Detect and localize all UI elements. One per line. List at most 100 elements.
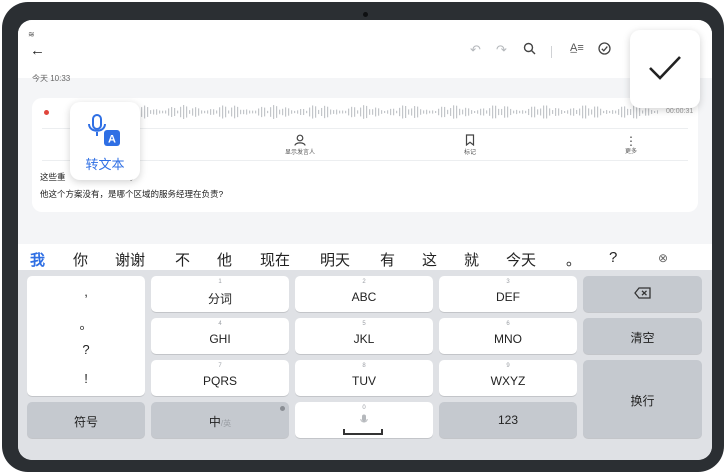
confirm-button[interactable]: [630, 30, 700, 108]
more-button[interactable]: ⋮ 更多: [601, 134, 661, 156]
key-5[interactable]: 5 JKL: [295, 318, 433, 354]
wifi-icon: ≋: [28, 30, 35, 39]
candidate-word[interactable]: 现在: [260, 249, 290, 270]
waveform-bar: [273, 105, 275, 119]
candidate-word[interactable]: 你: [73, 249, 88, 270]
waveform-bar: [159, 110, 161, 114]
bookmark-button[interactable]: 标记: [440, 134, 500, 157]
enter-key[interactable]: 换行: [583, 360, 702, 438]
language-label: 中/英: [151, 413, 289, 430]
waveform-bar: [519, 110, 521, 114]
undo-icon[interactable]: ↶: [470, 42, 481, 58]
key-number: 6: [506, 321, 510, 327]
audio-waveform[interactable]: [138, 104, 658, 120]
waveform-bar: [246, 109, 248, 115]
transcribe-popup-button[interactable]: A 转文本: [70, 102, 140, 180]
waveform-bar: [195, 107, 197, 117]
indicator-dot: [280, 406, 285, 411]
waveform-bar: [513, 110, 515, 114]
waveform-bar: [510, 108, 512, 116]
key-label: DEF: [496, 290, 520, 304]
waveform-bar: [495, 105, 497, 119]
key-label: PQRS: [202, 374, 237, 388]
record-indicator: [44, 110, 49, 115]
front-camera: [363, 12, 368, 17]
waveform-bar: [207, 110, 209, 114]
candidate-word[interactable]: 有: [380, 249, 395, 270]
candidate-word[interactable]: 明天: [320, 249, 350, 270]
candidate-word[interactable]: 我: [30, 249, 45, 270]
key-3[interactable]: 3 DEF: [439, 276, 577, 312]
backspace-key[interactable]: [583, 276, 702, 312]
waveform-bar: [258, 108, 260, 116]
waveform-bar: [270, 107, 272, 117]
waveform-bar: [387, 110, 389, 114]
key-9[interactable]: 9 WXYZ: [439, 360, 577, 396]
waveform-bar: [378, 108, 380, 116]
checklist-icon[interactable]: [598, 42, 611, 58]
punctuation-option[interactable]: ,: [27, 284, 145, 299]
candidate-word[interactable]: 谢谢: [115, 249, 145, 270]
waveform-bar: [237, 106, 239, 118]
language-switch-key[interactable]: 中/英: [151, 402, 289, 438]
candidate-word[interactable]: 这: [422, 249, 437, 270]
waveform-bar: [561, 110, 563, 114]
key-7[interactable]: 7 PQRS: [151, 360, 289, 396]
waveform-bar: [444, 106, 446, 118]
speaker-button[interactable]: 显示发言人: [270, 134, 330, 157]
key-label: MNO: [494, 332, 522, 346]
key-4[interactable]: 4 GHI: [151, 318, 289, 354]
enter-label: 换行: [630, 394, 655, 408]
key-number: 8: [362, 363, 366, 369]
punctuation-option[interactable]: 。: [27, 314, 145, 333]
waveform-bar: [420, 109, 422, 115]
waveform-bar: [552, 110, 554, 114]
candidate-word[interactable]: 今天: [506, 249, 536, 270]
candidate-word[interactable]: 他: [217, 249, 232, 270]
bookmark-icon: [440, 134, 500, 149]
waveform-bar: [435, 110, 437, 114]
candidate-word[interactable]: 。: [566, 249, 581, 270]
waveform-bar: [426, 109, 428, 115]
punctuation-option[interactable]: ?: [27, 342, 145, 357]
waveform-bar: [546, 105, 548, 119]
key-6[interactable]: 6 MNO: [439, 318, 577, 354]
waveform-bar: [393, 108, 395, 116]
key-label: TUV: [352, 374, 376, 388]
symbols-key[interactable]: 符号: [27, 402, 145, 438]
transcript-line-2[interactable]: 他这个方案没有，是哪个区域的服务经理在负责?: [40, 188, 223, 200]
waveform-bar: [240, 109, 242, 115]
waveform-bar: [213, 109, 215, 115]
candidate-word[interactable]: 就: [464, 249, 479, 270]
key-2[interactable]: 2 ABC: [295, 276, 433, 312]
candidate-word[interactable]: 不: [175, 249, 190, 270]
punctuation-option[interactable]: !: [27, 371, 145, 386]
candidate-word[interactable]: ?: [609, 249, 617, 266]
close-candidates-icon[interactable]: ⊗: [658, 251, 668, 265]
waveform-bar: [516, 109, 518, 115]
punctuation-key[interactable]: , 。 ? !: [27, 276, 145, 396]
search-icon[interactable]: [523, 42, 536, 58]
waveform-bar: [432, 110, 434, 114]
waveform-bar: [366, 105, 368, 119]
microphone-icon[interactable]: [295, 414, 433, 428]
key-label: GHI: [209, 332, 231, 346]
key-1[interactable]: 1 分词: [151, 276, 289, 312]
waveform-bar: [603, 110, 605, 114]
text-format-icon[interactable]: A̲≡: [570, 42, 584, 54]
waveform-bar: [177, 110, 179, 114]
waveform-bar: [285, 107, 287, 117]
waveform-bar: [459, 108, 461, 116]
check-icon: [649, 56, 681, 80]
space-key[interactable]: 0: [295, 402, 433, 438]
waveform-bar: [606, 110, 608, 114]
waveform-bar: [222, 105, 224, 119]
clear-key[interactable]: 清空: [583, 318, 702, 354]
key-8[interactable]: 8 TUV: [295, 360, 433, 396]
waveform-bar: [372, 109, 374, 115]
redo-icon[interactable]: ↷: [496, 42, 507, 58]
numbers-key[interactable]: 123: [439, 402, 577, 438]
waveform-bar: [489, 108, 491, 116]
waveform-bar: [570, 108, 572, 116]
arrow-left-icon[interactable]: ←: [30, 42, 45, 59]
